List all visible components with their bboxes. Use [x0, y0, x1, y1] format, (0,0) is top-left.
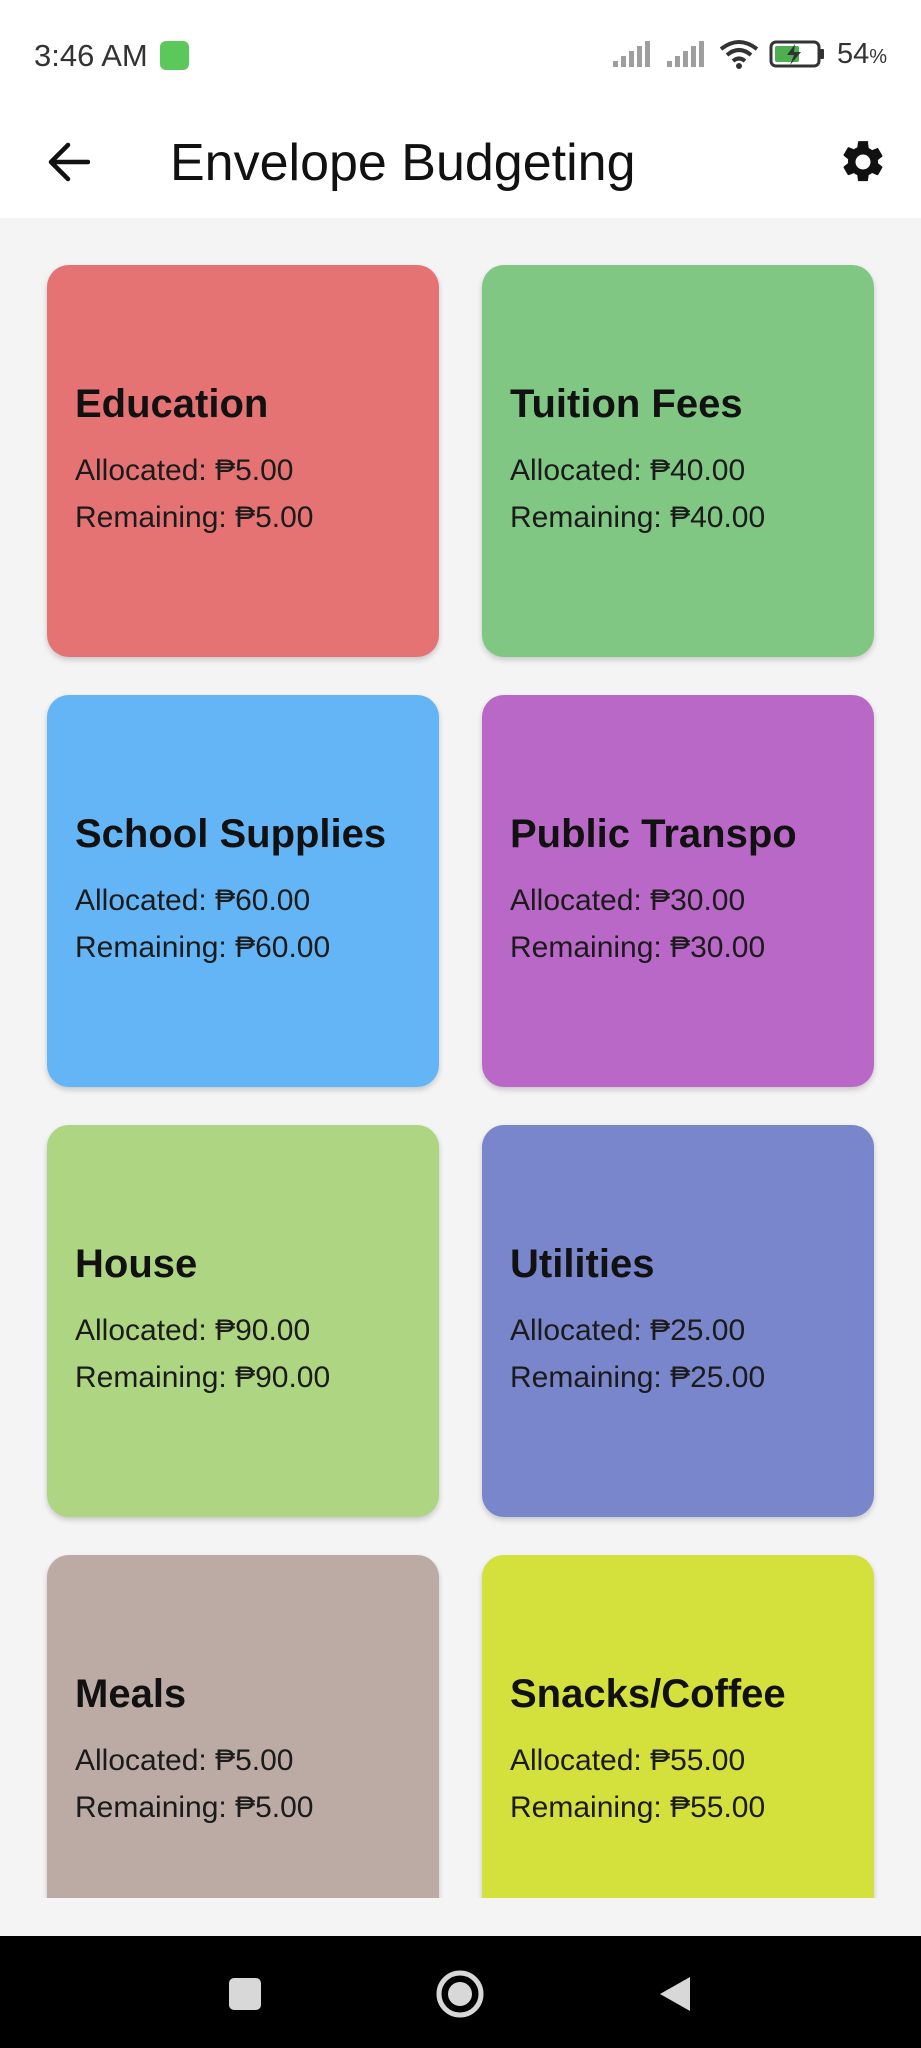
bottom-spacer	[0, 1898, 921, 1936]
envelope-card[interactable]: School Supplies Allocated: ₱60.00 Remain…	[47, 695, 439, 1087]
envelope-name: House	[75, 1241, 198, 1286]
envelope-card[interactable]: Meals Allocated: ₱5.00 Remaining: ₱5.00	[47, 1555, 439, 1898]
envelope-grid: Education Allocated: ₱5.00 Remaining: ₱5…	[47, 265, 874, 1898]
recents-square-icon	[229, 1978, 261, 2010]
envelope-remaining: Remaining: ₱90.00	[75, 1360, 331, 1394]
settings-button[interactable]	[831, 130, 895, 194]
app-bar: Envelope Budgeting	[0, 110, 921, 218]
envelope-name: Tuition Fees	[510, 381, 743, 426]
envelope-allocated: Allocated: ₱40.00	[510, 453, 746, 487]
envelope-name: Snacks/Coffee	[510, 1671, 786, 1716]
envelope-allocated: Allocated: ₱25.00	[510, 1313, 746, 1347]
envelope-allocated: Allocated: ₱5.00	[75, 453, 294, 487]
envelope-card[interactable]: Education Allocated: ₱5.00 Remaining: ₱5…	[47, 265, 439, 657]
signal-icon	[666, 41, 704, 67]
envelope-name: Utilities	[510, 1241, 655, 1286]
envelope-name: Meals	[75, 1671, 187, 1716]
status-bar: 3:46 AM 54%	[0, 0, 921, 110]
gear-icon	[843, 141, 883, 182]
envelope-allocated: Allocated: ₱5.00	[75, 1743, 294, 1777]
system-nav-bar	[0, 1936, 921, 2048]
battery-percent: 54%	[836, 37, 887, 70]
envelope-allocated: Allocated: ₱55.00	[510, 1743, 746, 1777]
battery-charging-icon	[769, 40, 824, 68]
back-button[interactable]	[36, 130, 100, 194]
back-triangle-icon	[660, 1977, 690, 2011]
wifi-icon	[719, 40, 759, 69]
app-notification-icon	[160, 41, 189, 70]
envelope-allocated: Allocated: ₱30.00	[510, 883, 746, 917]
envelope-grid-area[interactable]: Education Allocated: ₱5.00 Remaining: ₱5…	[0, 218, 921, 1898]
envelope-remaining: Remaining: ₱25.00	[510, 1360, 766, 1394]
envelope-card[interactable]: Tuition Fees Allocated: ₱40.00 Remaining…	[482, 265, 874, 657]
recents-button[interactable]	[213, 1962, 277, 2026]
envelope-remaining: Remaining: ₱5.00	[75, 1790, 314, 1824]
status-time: 3:46 AM	[34, 38, 148, 73]
envelope-remaining: Remaining: ₱30.00	[510, 930, 766, 964]
envelope-card[interactable]: Public Transpo Allocated: ₱30.00 Remaini…	[482, 695, 874, 1087]
envelope-allocated: Allocated: ₱90.00	[75, 1313, 311, 1347]
envelope-card[interactable]: House Allocated: ₱90.00 Remaining: ₱90.0…	[47, 1125, 439, 1517]
envelope-remaining: Remaining: ₱60.00	[75, 930, 331, 964]
envelope-card[interactable]: Snacks/Coffee Allocated: ₱55.00 Remainin…	[482, 1555, 874, 1898]
signal-icon	[612, 41, 650, 67]
envelope-remaining: Remaining: ₱5.00	[75, 500, 314, 534]
envelope-card[interactable]: Utilities Allocated: ₱25.00 Remaining: ₱…	[482, 1125, 874, 1517]
status-icons: 54%	[611, 36, 887, 72]
envelope-name: School Supplies	[75, 811, 387, 856]
envelope-name: Education	[75, 381, 269, 426]
home-circle-icon	[436, 1970, 484, 2018]
nav-back-button[interactable]	[643, 1962, 707, 2026]
home-button[interactable]	[428, 1962, 492, 2026]
envelope-remaining: Remaining: ₱55.00	[510, 1790, 766, 1824]
page-title: Envelope Budgeting	[170, 134, 636, 192]
envelope-name: Public Transpo	[510, 811, 797, 856]
arrow-left-icon	[48, 142, 90, 182]
envelope-remaining: Remaining: ₱40.00	[510, 500, 766, 534]
envelope-allocated: Allocated: ₱60.00	[75, 883, 311, 917]
